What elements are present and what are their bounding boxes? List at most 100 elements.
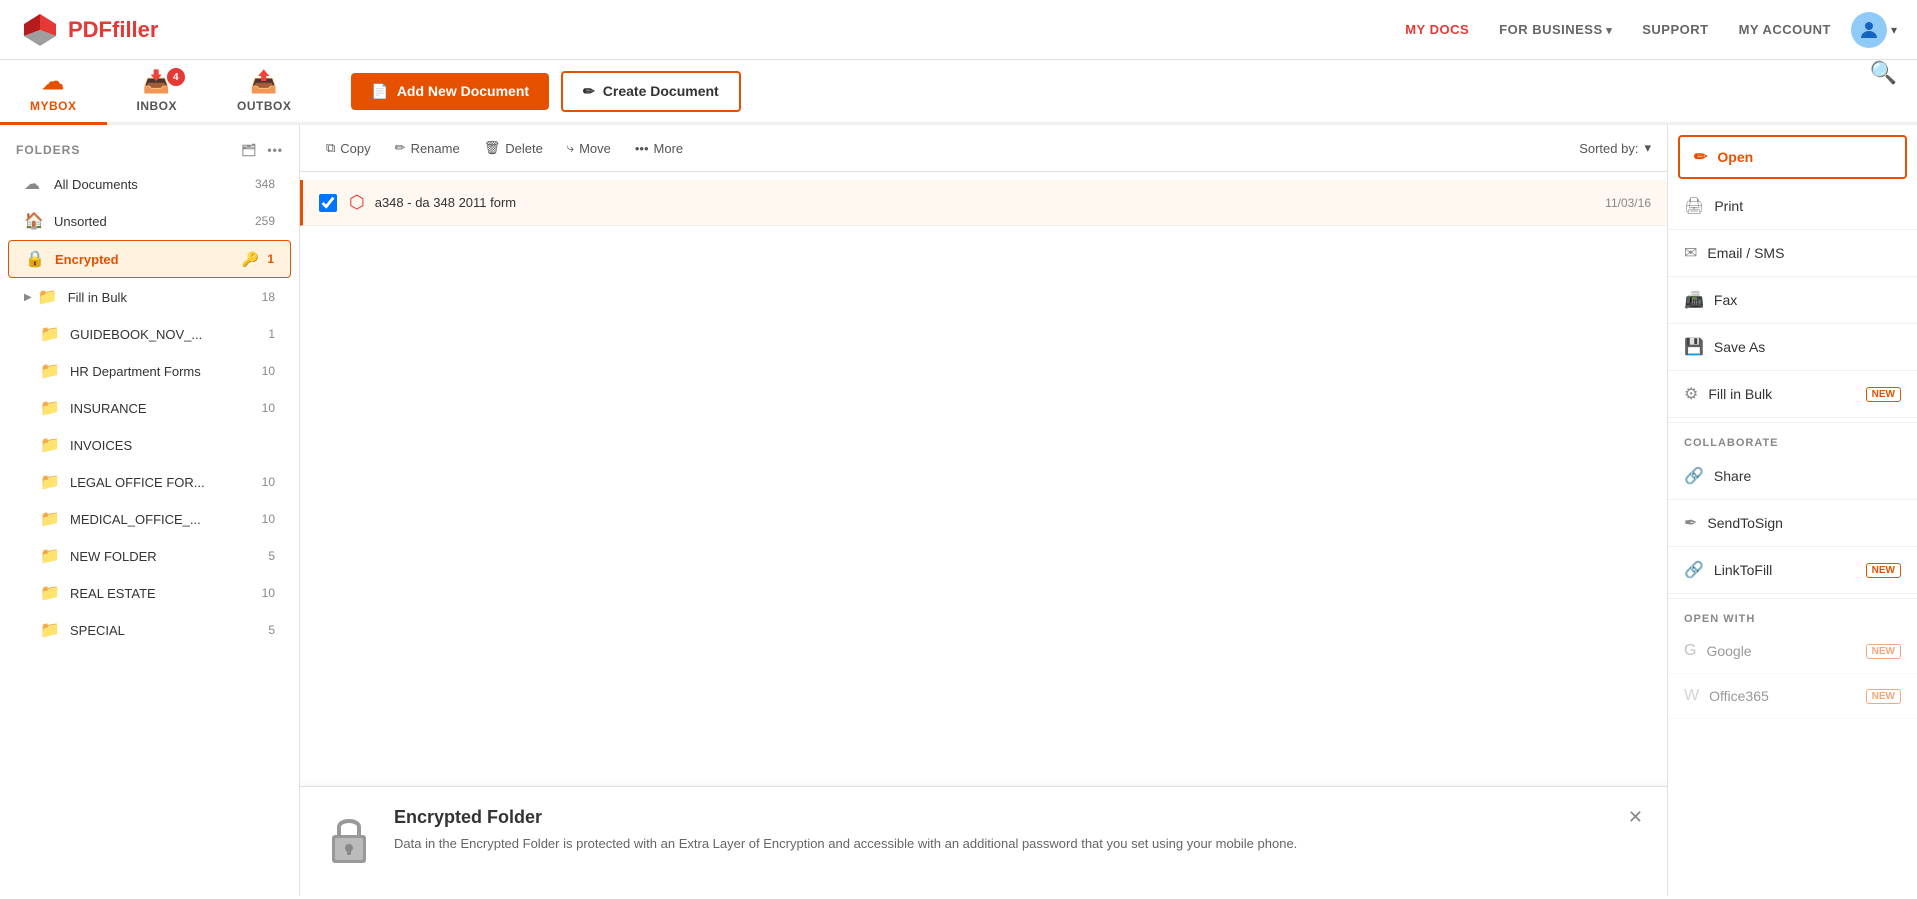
link-to-fill-icon: 🔗 <box>1684 560 1704 580</box>
more-button[interactable]: ••• More <box>625 136 693 161</box>
create-document-button[interactable]: ✏ Create Document <box>561 71 741 112</box>
save-as-button[interactable]: 💾 Save As <box>1668 324 1917 371</box>
guidebook-icon: 📁 <box>40 324 60 344</box>
share-button[interactable]: 🔗 Share <box>1668 453 1917 500</box>
enc-close-button[interactable]: ✕ <box>1628 807 1643 828</box>
new-folder-count: 5 <box>268 549 275 563</box>
fill-in-bulk-button[interactable]: ⚙ Fill in Bulk NEW <box>1668 371 1917 418</box>
folders-header-label: FOLDERS <box>16 143 80 157</box>
enc-title: Encrypted Folder <box>394 807 1608 828</box>
guidebook-count: 1 <box>268 327 275 341</box>
email-sms-button[interactable]: ✉ Email / SMS <box>1668 230 1917 277</box>
office365-icon: W <box>1684 687 1699 705</box>
legal-label: LEGAL OFFICE FOR... <box>70 475 262 490</box>
sort-control[interactable]: Sorted by: ▾ <box>1579 140 1651 156</box>
tab-outbox-label: OUTBOX <box>237 99 291 113</box>
sidebar-item-invoices[interactable]: 📁 INVOICES <box>8 427 291 463</box>
office365-button[interactable]: W Office365 NEW <box>1668 674 1917 719</box>
all-docs-count: 348 <box>255 177 275 191</box>
outbox-icon: 📤 <box>250 69 278 95</box>
sidebar-item-guidebook[interactable]: 📁 GUIDEBOOK_NOV_... 1 <box>8 316 291 352</box>
sidebar-item-special[interactable]: 📁 SPECIAL 5 <box>8 612 291 648</box>
folder-header-icons: 🗂 ••• <box>241 143 283 157</box>
google-icon: G <box>1684 642 1696 660</box>
more-options-icon[interactable]: ••• <box>267 143 283 157</box>
tab-mybox[interactable]: ☁ MYBOX <box>0 60 107 125</box>
sidebar-item-hr[interactable]: 📁 HR Department Forms 10 <box>8 353 291 389</box>
all-docs-icon: ☁ <box>24 174 44 194</box>
sidebar-item-unsorted[interactable]: 🏠 Unsorted 259 <box>8 203 291 239</box>
invoices-icon: 📁 <box>40 435 60 455</box>
special-count: 5 <box>268 623 275 637</box>
table-row[interactable]: ⬡ a348 - da 348 2011 form 11/03/16 <box>300 180 1667 226</box>
copy-icon: ⧉ <box>326 140 335 156</box>
fill-bulk-new-badge: NEW <box>1866 387 1901 402</box>
google-button[interactable]: G Google NEW <box>1668 629 1917 674</box>
tab-outbox[interactable]: 📤 OUTBOX <box>207 60 321 125</box>
send-to-sign-icon: ✒ <box>1684 513 1697 533</box>
link-to-fill-button[interactable]: 🔗 LinkToFill NEW <box>1668 547 1917 594</box>
doc-name: a348 - da 348 2011 form <box>375 195 1605 210</box>
move-icon: ⤷ <box>567 140 574 156</box>
nav-chevron-icon[interactable]: ▾ <box>1891 23 1897 37</box>
nav-my-docs[interactable]: MY DOCS <box>1405 22 1469 37</box>
share-icon: 🔗 <box>1684 466 1704 486</box>
copy-button[interactable]: ⧉ Copy <box>316 135 381 161</box>
insurance-icon: 📁 <box>40 398 60 418</box>
sidebar-item-new-folder[interactable]: 📁 NEW FOLDER 5 <box>8 538 291 574</box>
unsorted-count: 259 <box>255 214 275 228</box>
main-layout: FOLDERS 🗂 ••• ☁ All Documents 348 🏠 Unso… <box>0 125 1917 896</box>
link-to-fill-label: LinkToFill <box>1714 562 1772 578</box>
link-to-fill-new-badge: NEW <box>1866 563 1901 578</box>
sidebar-item-medical[interactable]: 📁 MEDICAL_OFFICE_... 10 <box>8 501 291 537</box>
unsorted-label: Unsorted <box>54 214 255 229</box>
special-label: SPECIAL <box>70 623 268 638</box>
tab-bar: ☁ MYBOX 📥 INBOX 4 📤 OUTBOX 📄 Add New Doc… <box>0 60 1917 125</box>
delete-icon: 🗑 <box>484 140 501 156</box>
add-new-document-button[interactable]: 📄 Add New Document <box>351 73 549 110</box>
tab-inbox[interactable]: 📥 INBOX 4 <box>107 60 208 125</box>
fill-bulk-icon: ⚙ <box>1684 384 1698 404</box>
nav-avatar[interactable] <box>1851 12 1887 48</box>
search-icon[interactable]: 🔍 <box>1870 60 1917 122</box>
email-sms-label: Email / SMS <box>1707 245 1784 261</box>
open-button[interactable]: ✏ Open <box>1678 135 1907 179</box>
rename-icon: ✏ <box>395 140 406 156</box>
sort-dropdown-icon[interactable]: ▾ <box>1644 140 1651 156</box>
content-area: ⧉ Copy ✏ Rename 🗑 Delete ⤷ Move ••• More… <box>300 125 1667 896</box>
sidebar-item-legal[interactable]: 📁 LEGAL OFFICE FOR... 10 <box>8 464 291 500</box>
sidebar-item-insurance[interactable]: 📁 INSURANCE 10 <box>8 390 291 426</box>
nav-for-business[interactable]: FOR BUSINESS <box>1499 22 1612 37</box>
move-button[interactable]: ⤷ Move <box>557 135 621 161</box>
doc-checkbox[interactable] <box>319 194 337 212</box>
fax-button[interactable]: 📠 Fax <box>1668 277 1917 324</box>
doc-date: 11/03/16 <box>1605 196 1651 210</box>
hr-count: 10 <box>262 364 275 378</box>
sidebar-item-fill-in-bulk[interactable]: ▶ 📁 Fill in Bulk 18 <box>8 279 291 315</box>
rename-button[interactable]: ✏ Rename <box>385 135 470 161</box>
encrypted-count: 1 <box>267 252 274 266</box>
lock-icon <box>324 811 374 866</box>
save-as-icon: 💾 <box>1684 337 1704 357</box>
nav-support[interactable]: SUPPORT <box>1642 22 1708 37</box>
expand-icon[interactable]: ▶ <box>24 292 32 303</box>
insurance-label: INSURANCE <box>70 401 262 416</box>
logo[interactable]: PDFfiller <box>20 10 158 50</box>
add-folder-icon[interactable]: 🗂 <box>241 143 257 157</box>
sidebar: FOLDERS 🗂 ••• ☁ All Documents 348 🏠 Unso… <box>0 125 300 896</box>
sidebar-item-real-estate[interactable]: 📁 REAL ESTATE 10 <box>8 575 291 611</box>
encrypted-label: Encrypted <box>55 252 238 267</box>
fill-bulk-count: 18 <box>262 290 275 304</box>
sidebar-item-encrypted[interactable]: 🔒 Encrypted 🔑 1 <box>8 240 291 278</box>
delete-label: Delete <box>505 141 543 156</box>
hr-icon: 📁 <box>40 361 60 381</box>
print-button[interactable]: 🖨 Print <box>1668 183 1917 230</box>
send-to-sign-button[interactable]: ✒ SendToSign <box>1668 500 1917 547</box>
user-icon <box>1857 18 1881 42</box>
fax-icon: 📠 <box>1684 290 1704 310</box>
share-label: Share <box>1714 468 1751 484</box>
top-nav: PDFfiller MY DOCS FOR BUSINESS SUPPORT M… <box>0 0 1917 60</box>
sidebar-item-all-documents[interactable]: ☁ All Documents 348 <box>8 166 291 202</box>
nav-my-account[interactable]: MY ACCOUNT <box>1739 22 1831 37</box>
delete-button[interactable]: 🗑 Delete <box>474 135 553 161</box>
